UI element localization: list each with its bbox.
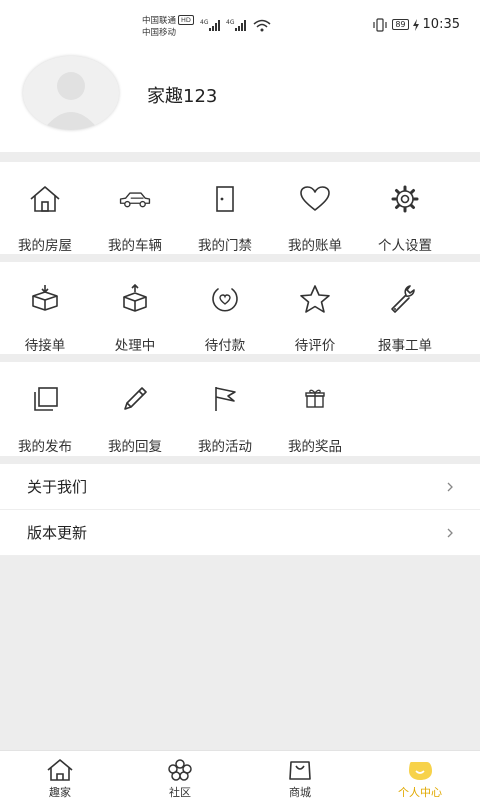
grid-label: 待评价 [294, 338, 336, 354]
grid-label: 我的活动 [198, 439, 252, 455]
grid-item-my-prizes[interactable]: 我的奖品 [270, 362, 360, 456]
status-bar: 中国联通 HD 中国移动 4G 4G 89 10:35 [0, 0, 480, 52]
chevron-right-icon [447, 528, 453, 537]
grid-item-my-activities[interactable]: 我的活动 [180, 362, 270, 456]
tab-label: 趣家 [49, 786, 71, 799]
payment-icon [208, 282, 242, 315]
grid-label: 个人设置 [378, 238, 432, 254]
grid-label: 处理中 [114, 338, 156, 354]
car-icon [118, 182, 152, 215]
avatar[interactable] [23, 56, 119, 130]
community-tab-icon [165, 757, 195, 783]
tab-home[interactable]: 趣家 [0, 751, 120, 800]
grid-item-my-bill[interactable]: 我的账单 [270, 162, 360, 254]
carrier-1: 中国联通 [142, 16, 177, 26]
publish-icon [28, 382, 62, 416]
grid-label: 我的车辆 [108, 238, 162, 254]
section-orders: 待接单 处理中 待付款 待评价 报事工单 [0, 262, 480, 354]
list-item-label: 版本更新 [27, 524, 88, 542]
battery-level: 89 [392, 19, 409, 30]
clock: 10:35 [422, 17, 460, 32]
network-2-label: 4G [226, 19, 235, 26]
shop-tab-icon [285, 757, 315, 783]
network-1-label: 4G [200, 19, 209, 26]
box-down-icon [28, 282, 62, 315]
tab-shop[interactable]: 商城 [240, 751, 360, 800]
gear-icon [388, 182, 422, 215]
grid-item-my-door[interactable]: 我的门禁 [180, 162, 270, 254]
username: 家趣123 [147, 86, 218, 107]
signal-icon: 4G 4G [200, 19, 271, 32]
flag-icon [208, 382, 242, 416]
grid-item-pending-payment[interactable]: 待付款 [180, 262, 270, 354]
tab-label: 个人中心 [398, 786, 442, 799]
heart-icon [298, 182, 332, 215]
section-activity: 我的发布 我的回复 我的活动 我的奖品 [0, 362, 480, 456]
default-avatar-icon [43, 72, 99, 130]
grid-label: 我的房屋 [18, 238, 72, 254]
grid-label: 我的发布 [18, 439, 72, 455]
grid-item-my-posts[interactable]: 我的发布 [0, 362, 90, 456]
status-right: 89 10:35 [372, 17, 460, 32]
gift-icon [298, 382, 332, 416]
vibrate-icon [373, 17, 387, 32]
chevron-right-icon [447, 482, 453, 491]
signal-icons: 4G 4G [200, 17, 272, 39]
door-icon [208, 182, 242, 215]
grid-item-personal-settings[interactable]: 个人设置 [360, 162, 450, 254]
list-item-version-update[interactable]: 版本更新 [0, 510, 480, 556]
grid-label: 我的奖品 [288, 439, 342, 455]
tab-profile[interactable]: 个人中心 [360, 751, 480, 800]
carrier-2: 中国移动 [142, 28, 177, 38]
hd-badge: HD [178, 15, 194, 25]
grid-label: 我的回复 [108, 439, 162, 455]
list-item-label: 关于我们 [27, 478, 88, 496]
tab-label: 社区 [169, 786, 191, 799]
grid-item-my-house[interactable]: 我的房屋 [0, 162, 90, 254]
house-icon [28, 182, 62, 215]
tab-community[interactable]: 社区 [120, 751, 240, 800]
grid-label: 我的门禁 [198, 238, 252, 254]
box-up-icon [118, 282, 152, 315]
grid-item-my-replies[interactable]: 我的回复 [90, 362, 180, 456]
carrier-info: 中国联通 HD 中国移动 [142, 15, 194, 39]
grid-item-report-ticket[interactable]: 报事工单 [360, 262, 450, 354]
tab-label: 商城 [289, 786, 311, 799]
grid-label: 待付款 [204, 338, 246, 354]
grid-item-pending-accept[interactable]: 待接单 [0, 262, 90, 354]
grid-label: 待接单 [24, 338, 66, 354]
star-icon [298, 282, 332, 315]
grid-item-pending-review[interactable]: 待评价 [270, 262, 360, 354]
grid-item-my-car[interactable]: 我的车辆 [90, 162, 180, 254]
section-home: 我的房屋 我的车辆 我的门禁 我的账单 个人设置 [0, 162, 480, 254]
charging-icon [412, 18, 419, 31]
grid-item-processing[interactable]: 处理中 [90, 262, 180, 354]
wrench-icon [388, 282, 422, 315]
bottom-tab-bar: 趣家 社区 商城 个人中心 [0, 750, 480, 800]
profile-tab-icon [405, 757, 435, 783]
list-item-about-us[interactable]: 关于我们 [0, 464, 480, 510]
home-tab-icon [45, 757, 75, 783]
grid-label: 我的账单 [288, 238, 342, 254]
profile-header[interactable]: 家趣123 [0, 52, 480, 152]
settings-list: 关于我们 版本更新 [0, 464, 480, 556]
pencil-icon [118, 382, 152, 416]
grid-label: 报事工单 [378, 338, 432, 354]
